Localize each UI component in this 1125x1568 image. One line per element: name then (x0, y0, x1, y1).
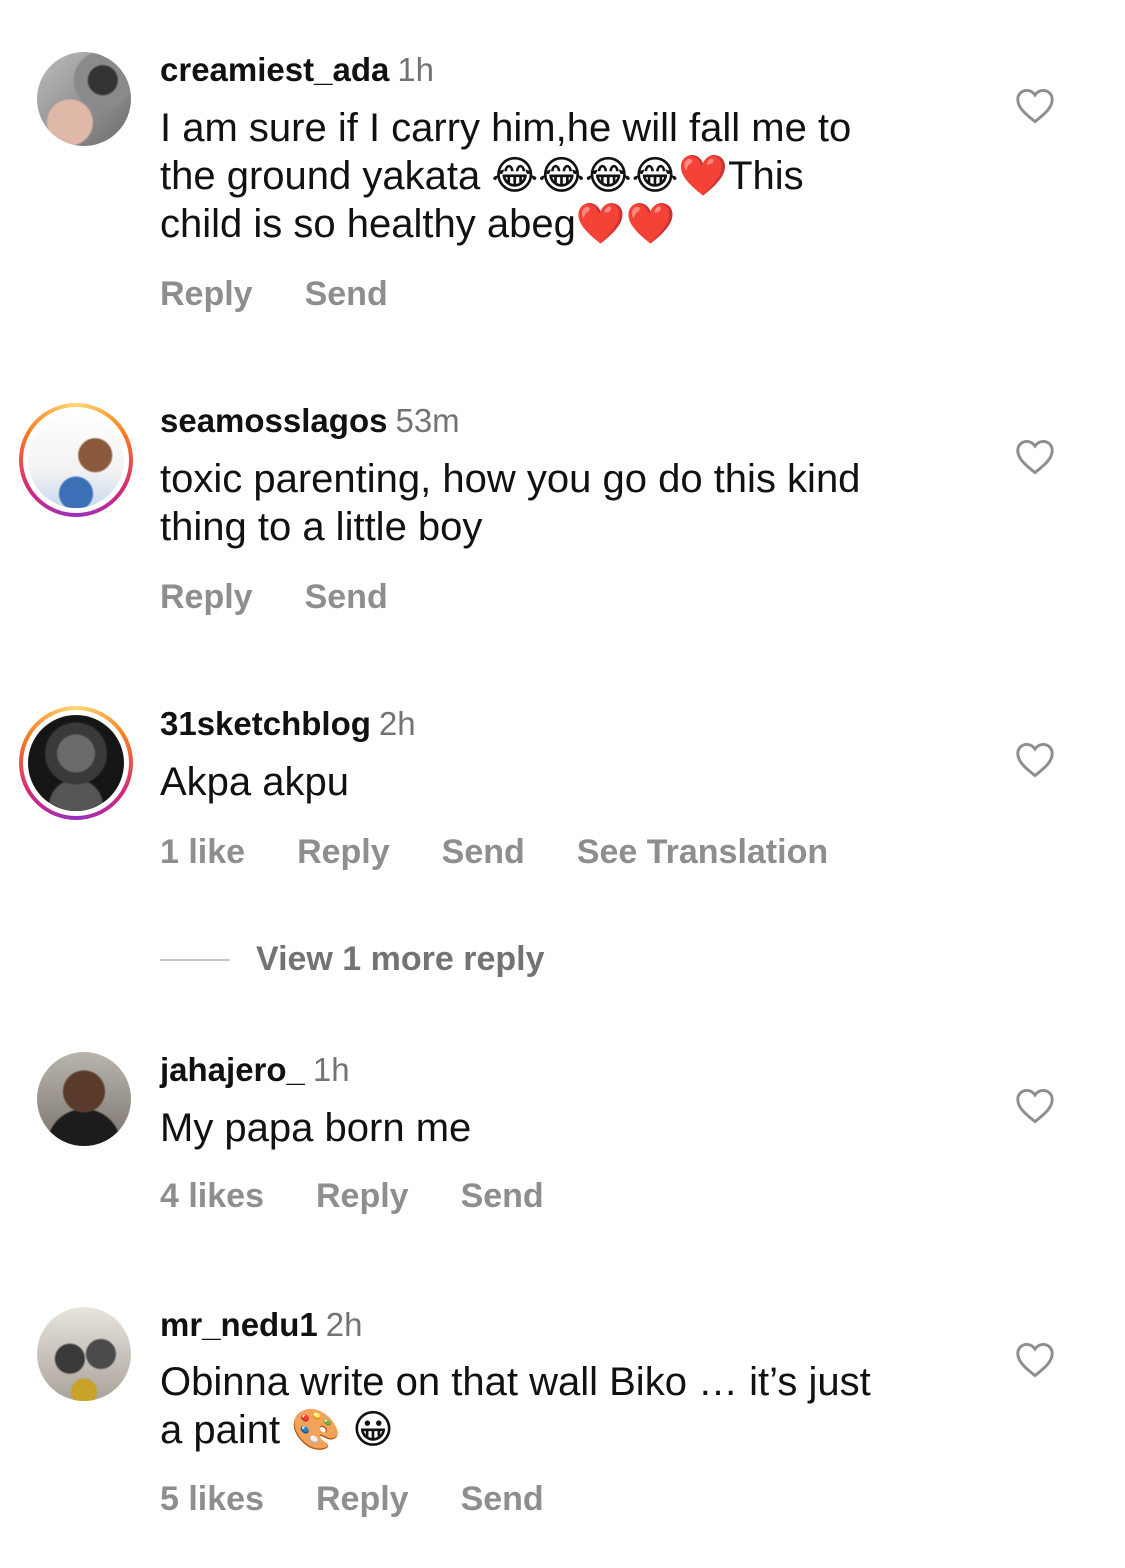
timestamp: 53m (395, 402, 460, 439)
comment-actions: 4 likes Reply Send (160, 1177, 544, 1216)
reply-button[interactable]: Reply (297, 833, 390, 872)
see-translation-button[interactable]: See Translation (577, 833, 828, 872)
reply-button[interactable]: Reply (160, 578, 253, 617)
comment-header: seamosslagos 53m (160, 401, 460, 441)
avatar-image (28, 715, 124, 811)
send-button[interactable]: Send (305, 275, 388, 314)
comment-text-line: child is so healthy abeg❤️❤️ (160, 202, 676, 246)
avatar-image (37, 1052, 131, 1146)
comment-text: My papa born me (160, 1104, 960, 1152)
send-button[interactable]: Send (461, 1177, 544, 1216)
reply-button[interactable]: Reply (160, 275, 253, 314)
reply-button[interactable]: Reply (316, 1177, 409, 1216)
heart-outline-icon[interactable] (1015, 439, 1055, 475)
avatar[interactable] (37, 1052, 131, 1146)
comment-text-line: toxic parenting, how you go do this kind (160, 457, 861, 501)
avatar-image (37, 1307, 131, 1401)
timestamp: 1h (397, 51, 435, 88)
likes-count[interactable]: 5 likes (160, 1480, 264, 1519)
comment-text-line: Obinna write on that wall Biko … it’s ju… (160, 1360, 871, 1404)
comment-actions: Reply Send (160, 578, 388, 617)
heart-outline-icon[interactable] (1015, 1342, 1055, 1378)
comment-header: mr_nedu1 2h (160, 1305, 362, 1345)
comment-text-line: a paint 🎨 😀 (160, 1408, 394, 1452)
heart-outline-icon[interactable] (1015, 742, 1055, 778)
comment-actions: 5 likes Reply Send (160, 1480, 544, 1519)
comment-text-line: thing to a little boy (160, 505, 483, 549)
comment-header: jahajero_ 1h (160, 1050, 350, 1090)
comment-text-line: the ground yakata 😂😂😂😂❤️This (160, 154, 804, 198)
reply-button[interactable]: Reply (316, 1480, 409, 1519)
view-more-replies-label: View 1 more reply (256, 940, 545, 978)
avatar-image (28, 412, 124, 508)
heart-outline-icon[interactable] (1015, 88, 1055, 124)
username[interactable]: mr_nedu1 (160, 1306, 318, 1343)
comment-text: toxic parenting, how you go do this kind… (160, 455, 960, 551)
avatar[interactable] (19, 403, 133, 517)
username[interactable]: seamosslagos (160, 402, 387, 439)
comment-text: Obinna write on that wall Biko … it’s ju… (160, 1358, 960, 1454)
avatar[interactable] (37, 52, 131, 146)
comment-text-line: Akpa akpu (160, 760, 350, 804)
timestamp: 1h (312, 1051, 350, 1088)
avatar-image (37, 52, 131, 146)
comment-text: Akpa akpu (160, 758, 960, 806)
likes-count[interactable]: 4 likes (160, 1177, 264, 1216)
comment-text-line: I am sure if I carry him,he will fall me… (160, 106, 852, 150)
comment-text-line: My papa born me (160, 1106, 472, 1150)
send-button[interactable]: Send (305, 578, 388, 617)
timestamp: 2h (325, 1306, 363, 1343)
comment-header: creamiest_ada 1h (160, 50, 434, 90)
send-button[interactable]: Send (461, 1480, 544, 1519)
username[interactable]: creamiest_ada (160, 51, 389, 88)
view-more-replies-button[interactable]: View 1 more reply (160, 940, 545, 979)
comment-text: I am sure if I carry him,he will fall me… (160, 104, 960, 248)
comment-header: 31sketchblog 2h (160, 704, 416, 744)
send-button[interactable]: Send (442, 833, 525, 872)
avatar[interactable] (19, 706, 133, 820)
comment-actions: Reply Send (160, 275, 388, 314)
heart-outline-icon[interactable] (1015, 1088, 1055, 1124)
timestamp: 2h (378, 705, 416, 742)
likes-count[interactable]: 1 like (160, 833, 245, 872)
avatar[interactable] (37, 1307, 131, 1401)
username[interactable]: jahajero_ (160, 1051, 305, 1088)
comment-actions: 1 like Reply Send See Translation (160, 833, 828, 872)
username[interactable]: 31sketchblog (160, 705, 371, 742)
divider-line (160, 958, 230, 961)
